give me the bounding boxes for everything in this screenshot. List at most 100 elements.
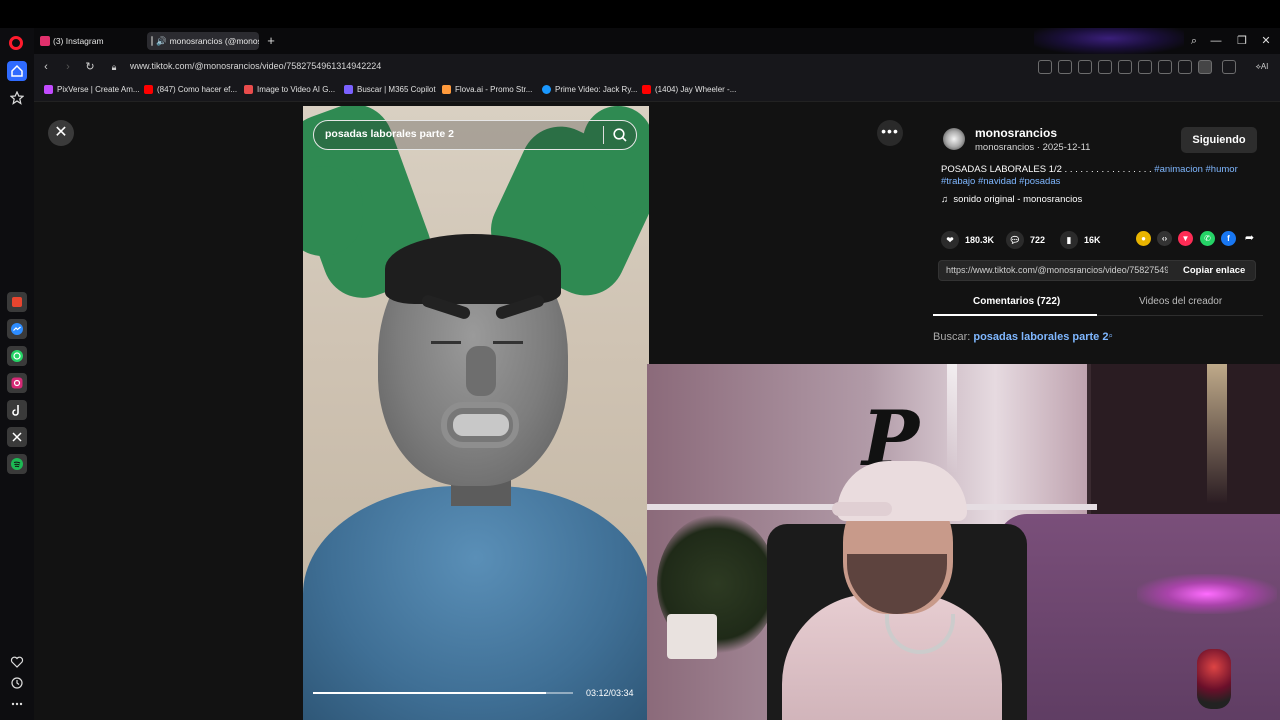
edit-icon[interactable] xyxy=(1038,60,1052,74)
bookmarks-bar: PixVerse | Create Am... (847) Como hacer… xyxy=(34,80,1280,102)
webcam-microphone xyxy=(1197,649,1231,709)
handle-date: monosrancios · 2025-12-11 xyxy=(975,142,1091,153)
spotify-icon[interactable] xyxy=(7,454,27,474)
video-progress-fill xyxy=(313,692,547,694)
bookmark-item[interactable]: (847) Como hacer ef... xyxy=(144,85,237,94)
bookmark-item[interactable]: (1404) Jay Wheeler -... xyxy=(642,85,736,94)
messenger-icon[interactable] xyxy=(7,319,27,339)
share-link-text[interactable]: https://www.tiktok.com/@monosrancios/vid… xyxy=(946,265,1168,275)
prime-video-icon xyxy=(542,85,551,94)
download-icon[interactable] xyxy=(1158,60,1172,74)
x-icon[interactable] xyxy=(7,427,27,447)
tab-strip-wallpaper xyxy=(1034,28,1184,54)
bookmark-item[interactable]: Image to Video AI G... xyxy=(244,85,335,94)
heart-toolbar-icon[interactable] xyxy=(1138,60,1152,74)
youtube-icon xyxy=(642,85,651,94)
webcam-light-beam xyxy=(947,364,957,474)
tab-tiktok[interactable]: 🔊 monosrancios (@monosrancios) xyxy=(147,32,259,50)
character-eye-right xyxy=(493,341,523,344)
tab-label: (3) Instagram xyxy=(53,36,104,46)
more-options-button[interactable]: ••• xyxy=(877,120,903,146)
tab-instagram[interactable]: (3) Instagram xyxy=(36,32,104,50)
new-tab-button[interactable]: + xyxy=(264,34,278,48)
webcam-sofa xyxy=(997,514,1280,720)
speaker-icon[interactable]: 🔊 xyxy=(156,36,167,47)
coin-icon[interactable]: ● xyxy=(1136,231,1151,246)
opera-logo-icon[interactable] xyxy=(9,36,23,50)
video-progress-bar[interactable] xyxy=(313,692,573,694)
tab-comments[interactable]: Comentarios (722) xyxy=(973,296,1060,307)
settings-icon[interactable] xyxy=(1222,60,1236,74)
tiktok-tab-icon xyxy=(151,36,153,46)
comment-button[interactable]: 💬︎ 722 xyxy=(1006,231,1045,249)
play-icon[interactable] xyxy=(1118,60,1132,74)
whatsapp-share-icon[interactable]: ✆ xyxy=(1200,231,1215,246)
heart-icon[interactable] xyxy=(7,652,27,672)
instagram-icon[interactable] xyxy=(7,373,27,393)
history-icon[interactable] xyxy=(7,673,27,693)
shield-icon[interactable] xyxy=(1078,60,1092,74)
comment-icon: 💬︎ xyxy=(1006,231,1024,249)
avatar[interactable] xyxy=(943,128,965,150)
back-button[interactable]: ‹ xyxy=(38,59,54,75)
search-suggestion[interactable]: Buscar: posadas laborales parte 2⌕ xyxy=(933,331,1113,343)
sound-link[interactable]: ♫ sonido original - monosrancios xyxy=(941,194,1082,205)
url-field[interactable]: www.tiktok.com/@monosrancios/video/75827… xyxy=(130,61,381,71)
youtube-icon xyxy=(144,85,153,94)
menu-icon[interactable] xyxy=(1178,60,1192,74)
following-button[interactable]: Siguiendo xyxy=(1181,127,1257,153)
music-app-icon[interactable] xyxy=(7,292,27,312)
reload-button[interactable]: ↻ xyxy=(82,59,98,75)
username[interactable]: monosrancios xyxy=(975,126,1057,140)
character-eye-left xyxy=(431,341,461,344)
webcam-neon-light xyxy=(1137,574,1277,614)
camera-icon[interactable] xyxy=(1058,60,1072,74)
bookmark-item[interactable]: Prime Video: Jack Ry... xyxy=(542,85,637,94)
tab-strip: (3) Instagram 🔊 monosrancios (@monosranc… xyxy=(34,28,1280,54)
bookmark-icon: ▮ xyxy=(1060,231,1078,249)
hashtags[interactable]: #animacion #humor xyxy=(1154,164,1237,175)
video-search-query[interactable]: posadas laborales parte 2 xyxy=(325,128,454,140)
character-teeth xyxy=(453,414,509,436)
forward-button[interactable]: › xyxy=(60,59,76,75)
facebook-share-icon[interactable]: f xyxy=(1221,231,1236,246)
character-hair xyxy=(385,234,561,304)
character-nose xyxy=(466,346,496,396)
star-icon[interactable] xyxy=(7,88,27,108)
webcam-window xyxy=(1087,364,1280,524)
aria-ai-button[interactable]: ⟡AI xyxy=(1248,59,1276,75)
hashtags[interactable]: #trabajo #navidad #posadas xyxy=(941,176,1060,187)
active-tab-indicator xyxy=(933,314,1097,316)
save-button[interactable]: ▮ 16K xyxy=(1060,231,1101,249)
embed-icon[interactable]: ‹› xyxy=(1157,231,1172,246)
webcam-light-beam xyxy=(1207,364,1227,504)
browser-sidebar xyxy=(0,28,34,720)
tab-creator-videos[interactable]: Videos del creador xyxy=(1139,296,1222,307)
tiktok-icon[interactable] xyxy=(7,400,27,420)
search-tabs-icon[interactable]: ⌕ xyxy=(1186,33,1202,49)
heart-icon: ❤ xyxy=(941,231,959,249)
lock-icon[interactable]: 🔒︎ xyxy=(106,59,122,75)
bookmark-item[interactable]: PixVerse | Create Am... xyxy=(44,85,140,94)
close-window-button[interactable]: ✕ xyxy=(1258,33,1274,49)
flova-icon xyxy=(442,85,451,94)
video-player[interactable] xyxy=(303,106,649,720)
close-video-button[interactable]: ✕ xyxy=(48,120,74,146)
profile-icon[interactable] xyxy=(1198,60,1212,74)
webcam-person-cap-visor xyxy=(832,502,892,516)
more-icon[interactable] xyxy=(7,694,27,714)
minimize-button[interactable]: — xyxy=(1208,33,1224,49)
video-time: 03:12/03:34 xyxy=(586,688,634,698)
repost-icon[interactable]: ▼ xyxy=(1178,231,1193,246)
character-shirt xyxy=(303,486,649,720)
search-icon[interactable] xyxy=(612,127,628,143)
home-icon[interactable] xyxy=(7,61,27,81)
copy-link-button[interactable]: Copiar enlace xyxy=(1183,265,1245,276)
bookmark-item[interactable]: Buscar | M365 Copilot xyxy=(344,85,436,94)
restore-button[interactable]: ❐ xyxy=(1234,33,1250,49)
like-button[interactable]: ❤ 180.3K xyxy=(941,231,994,249)
share-arrow-icon[interactable]: ➦ xyxy=(1242,231,1257,246)
bookmark-item[interactable]: Flova.ai - Promo Str... xyxy=(442,85,532,94)
whatsapp-icon[interactable] xyxy=(7,346,27,366)
extension-icon[interactable] xyxy=(1098,60,1112,74)
